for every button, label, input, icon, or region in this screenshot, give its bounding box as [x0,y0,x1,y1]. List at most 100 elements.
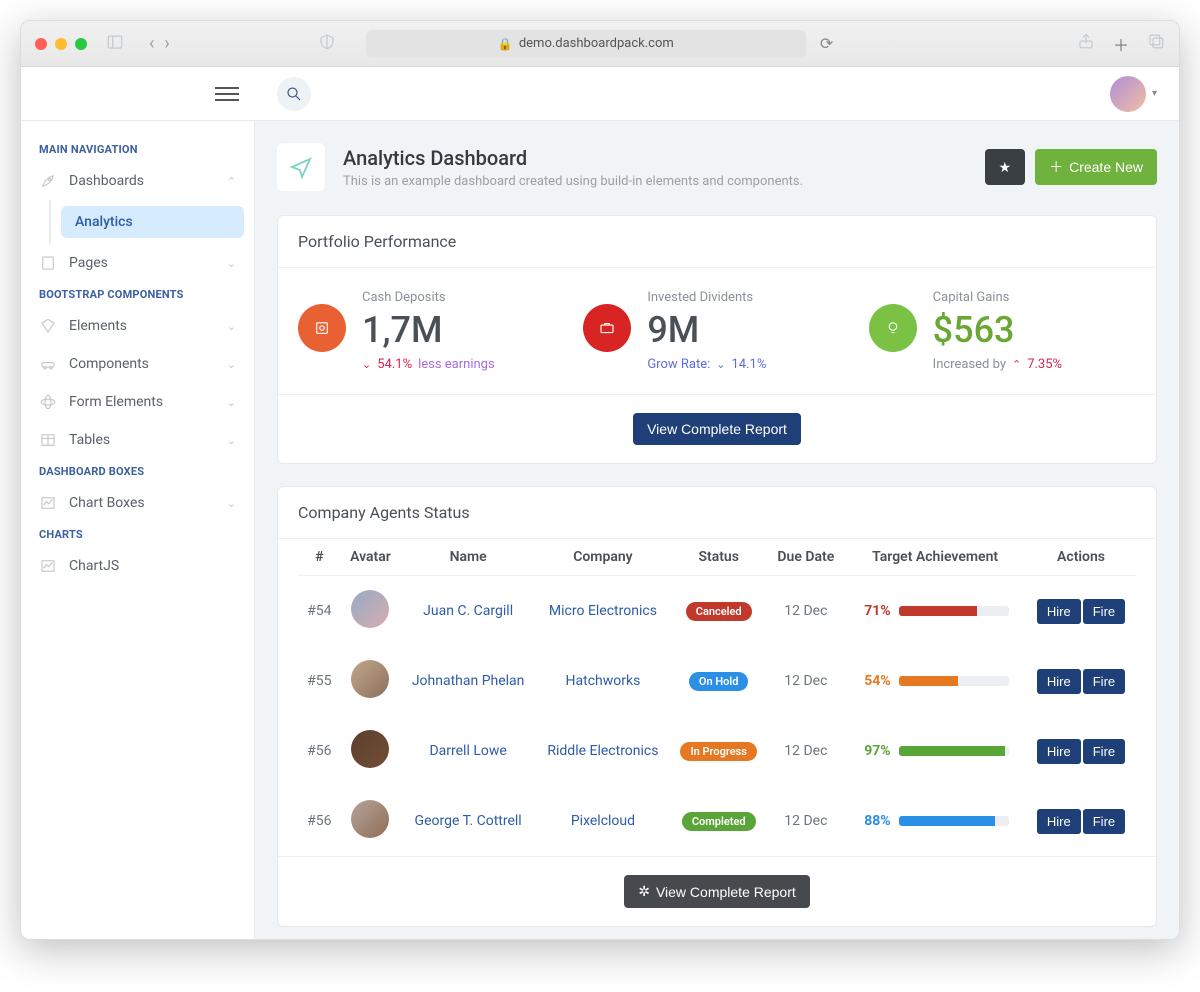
stat-value: 1,7M [362,309,495,351]
nav-sub-analytics[interactable]: Analytics [61,206,244,238]
titlebar-right: ＋ [1077,32,1165,56]
page-header: Analytics Dashboard This is an example d… [277,143,1157,191]
cell-avatar [341,576,401,647]
table-header-row: # Avatar Name Company Status Due Date Ta… [298,539,1136,576]
user-menu-caret-icon[interactable]: ▾ [1152,88,1157,99]
card-title: Portfolio Performance [278,216,1156,268]
company-link[interactable]: Pixelcloud [571,813,635,829]
stat-label: Cash Deposits [362,290,495,305]
avatar[interactable] [351,590,389,628]
name-link[interactable]: Juan C. Cargill [423,603,513,619]
chevron-down-icon: ⌄ [227,497,236,510]
user-avatar[interactable] [1110,76,1146,112]
sidebar-toggle-icon[interactable] [101,33,129,55]
cell-target: 88% [844,786,1026,856]
cell-name: Juan C. Cargill [400,576,536,647]
search-button[interactable] [277,77,311,111]
card-agents: Company Agents Status # Avatar Name Comp… [277,486,1157,927]
nav-item-elements[interactable]: Elements ⌄ [21,307,254,345]
gear-icon: ✲ [638,883,650,900]
back-icon[interactable]: ‹ [149,33,154,54]
fire-button[interactable]: Fire [1083,599,1125,624]
th-target: Target Achievement [844,539,1026,576]
nav-item-pages[interactable]: Pages ⌄ [21,244,254,282]
fire-button[interactable]: Fire [1083,809,1125,834]
chevron-down-icon: ⌄ [227,434,236,447]
reload-icon[interactable]: ⟳ [820,34,833,53]
avatar[interactable] [351,660,389,698]
page-icon [39,254,57,272]
create-new-label: Create New [1069,159,1143,175]
app-root: ▾ MAIN NAVIGATION Dashboards ⌃ Analytics [21,67,1179,939]
rocket-icon [39,172,57,190]
view-report-button[interactable]: ✲ View Complete Report [624,875,810,908]
cell-status: On Hold [670,646,768,716]
hire-button[interactable]: Hire [1037,669,1081,694]
nav-item-chart-boxes[interactable]: Chart Boxes ⌄ [21,484,254,522]
company-link[interactable]: Micro Electronics [549,603,657,619]
create-new-button[interactable]: ＋ Create New [1035,149,1157,185]
name-link[interactable]: Darrell Lowe [429,743,506,759]
chart-icon [39,557,57,575]
fire-button[interactable]: Fire [1083,669,1125,694]
nav-item-tables[interactable]: Tables ⌄ [21,421,254,459]
atom-icon [39,393,57,411]
car-icon [39,355,57,373]
fire-button[interactable]: Fire [1083,739,1125,764]
cell-actions: HireFire [1026,646,1136,716]
nav-item-chartjs[interactable]: ChartJS [21,547,254,585]
minimize-window-icon[interactable] [55,38,67,50]
window-controls [35,38,87,50]
url-bar[interactable]: 🔒 demo.dashboardpack.com [366,30,806,58]
table-row: #56George T. CottrellPixelcloudCompleted… [298,786,1136,856]
target-pct: 88% [864,813,890,829]
view-report-button[interactable]: View Complete Report [633,413,801,445]
status-badge: Canceled [686,602,752,621]
star-icon: ★ [999,159,1012,176]
maximize-window-icon[interactable] [75,38,87,50]
hire-button[interactable]: Hire [1037,809,1081,834]
avatar[interactable] [351,730,389,768]
nav-item-dashboards[interactable]: Dashboards ⌃ [21,162,254,200]
favorite-button[interactable]: ★ [985,149,1026,185]
cell-id: #54 [298,576,341,647]
th-avatar: Avatar [341,539,401,576]
chevron-down-icon: ⌄ [227,320,236,333]
cell-date: 12 Dec [767,786,844,856]
stat-cash-deposits: Cash Deposits 1,7M ⌄ 54.1% less earnings [298,290,565,372]
progress-bar [899,606,1009,616]
close-window-icon[interactable] [35,38,47,50]
tabs-overview-icon[interactable] [1147,32,1165,56]
hire-button[interactable]: Hire [1037,739,1081,764]
briefcase-icon [583,304,631,352]
privacy-shield-icon[interactable] [318,33,336,55]
share-icon[interactable] [1077,32,1095,56]
avatar[interactable] [351,800,389,838]
table-icon [39,431,57,449]
hire-button[interactable]: Hire [1037,599,1081,624]
name-link[interactable]: Johnathan Phelan [412,673,525,689]
cell-actions: HireFire [1026,786,1136,856]
progress-bar [899,676,1009,686]
forward-icon[interactable]: › [164,33,169,54]
company-link[interactable]: Riddle Electronics [547,743,658,759]
cell-company: Micro Electronics [536,576,670,647]
btn-label: View Complete Report [656,884,796,900]
stat-pct: 7.35% [1027,357,1062,372]
cell-date: 12 Dec [767,646,844,716]
name-link[interactable]: George T. Cottrell [415,813,522,829]
caret-down-icon: ⌄ [716,358,725,371]
new-tab-icon[interactable]: ＋ [1113,32,1129,56]
hamburger-menu-icon[interactable] [215,87,239,101]
cell-date: 12 Dec [767,716,844,786]
target-pct: 97% [864,743,890,759]
status-badge: On Hold [689,672,749,691]
nav-item-form-elements[interactable]: Form Elements ⌄ [21,383,254,421]
safe-icon [298,304,346,352]
company-link[interactable]: Hatchworks [566,673,641,689]
status-badge: Completed [682,812,756,831]
caret-up-icon: ⌃ [1012,358,1021,371]
stat-sub-label: Increased by [933,357,1006,372]
page-subtitle: This is an example dashboard created usi… [343,174,803,189]
nav-item-components[interactable]: Components ⌄ [21,345,254,383]
